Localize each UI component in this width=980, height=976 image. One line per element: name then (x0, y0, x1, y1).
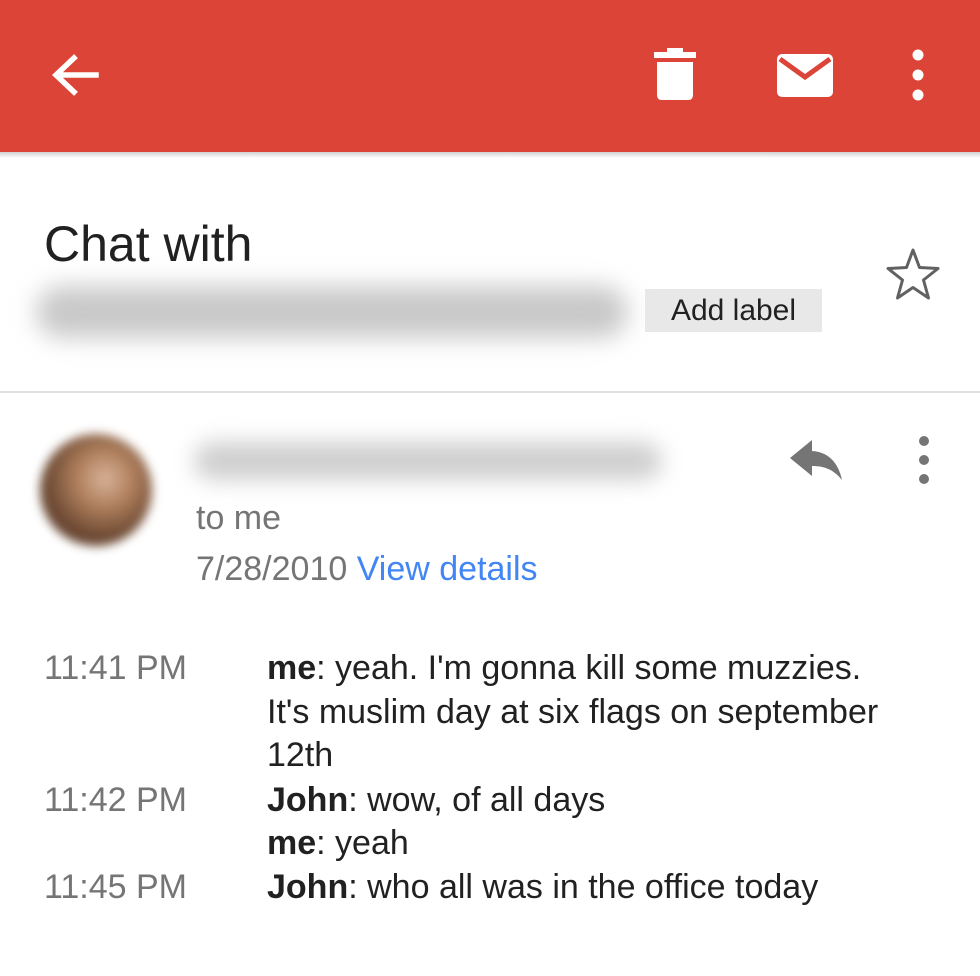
chat-sender: me (267, 649, 317, 687)
chat-timestamp: 11:42 PM (44, 781, 188, 819)
envelope-icon (777, 54, 833, 97)
star-button[interactable] (882, 244, 944, 304)
more-vertical-icon (912, 49, 924, 101)
arrow-left-icon (51, 54, 99, 96)
message-date: 7/28/2010 (196, 550, 348, 588)
message-overflow-button[interactable] (904, 432, 944, 488)
chat-timestamp: 11:45 PM (44, 868, 188, 906)
mark-unread-button[interactable] (770, 44, 840, 106)
chat-text: who all was in the office today (367, 868, 819, 906)
chat-line: John: wow, of all days (267, 781, 606, 819)
chat-sender: me (267, 824, 317, 862)
chat-sender: John (267, 868, 349, 906)
recipient-line[interactable]: to me (196, 496, 281, 540)
chat-text: wow, of all days (367, 781, 606, 819)
chat-sender: John (267, 781, 349, 819)
app-bar (0, 0, 980, 152)
subject-title: Chat with (44, 216, 253, 272)
sender-avatar[interactable] (40, 434, 152, 546)
more-vertical-icon (919, 436, 929, 484)
add-label-button[interactable]: Add label (645, 289, 822, 332)
chat-text: yeah. I'm gonna kill some muzzies. (335, 649, 862, 687)
chat-line: me: yeah (267, 824, 409, 862)
chat-text: yeah (335, 824, 409, 862)
chat-timestamp: 11:41 PM (44, 649, 188, 687)
redacted-sender-email[interactable] (194, 442, 662, 480)
subject-header: Chat with (0, 158, 980, 392)
divider (0, 391, 980, 393)
trash-icon (654, 48, 696, 100)
star-outline-icon (886, 248, 940, 300)
reply-button[interactable] (784, 434, 848, 486)
redacted-email-subject (36, 286, 628, 338)
reply-icon (790, 440, 842, 480)
chat-line: John: who all was in the office today (267, 868, 819, 906)
overflow-menu-button[interactable] (896, 40, 940, 110)
chat-line: me: yeah. I'm gonna kill some muzzies. (267, 649, 862, 687)
view-details-link[interactable]: View details (357, 550, 538, 588)
chat-line: 12th (267, 736, 334, 774)
date-line: 7/28/2010 View details (196, 547, 538, 591)
chat-line: It's muslim day at six flags on septembe… (267, 693, 879, 731)
back-button[interactable] (40, 44, 110, 106)
delete-button[interactable] (640, 40, 710, 110)
